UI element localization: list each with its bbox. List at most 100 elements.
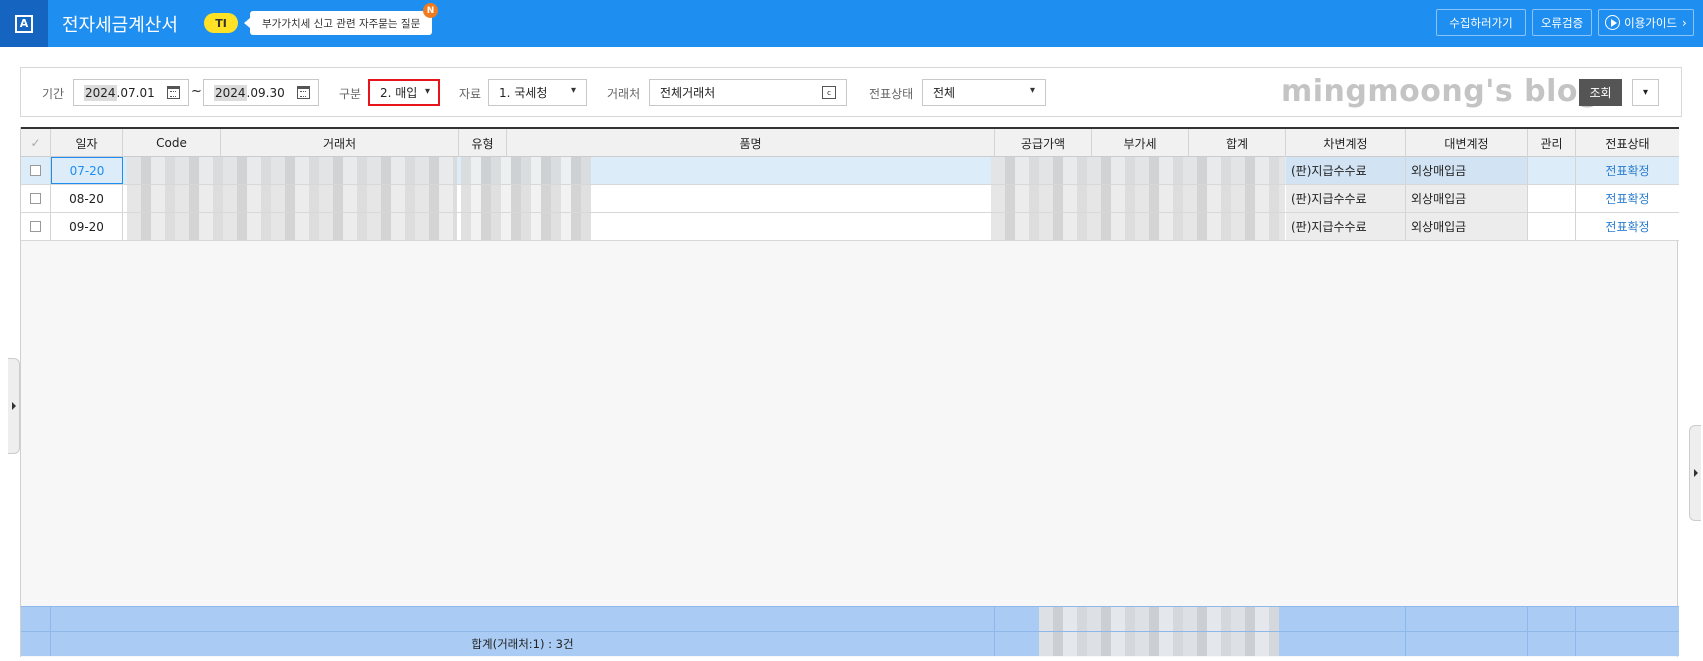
date-cell[interactable]: 09-20: [51, 213, 123, 240]
date-cell[interactable]: 07-20: [51, 157, 123, 184]
redacted-item: [461, 185, 591, 212]
summary-cell: [1406, 607, 1528, 631]
redacted-item: [461, 157, 591, 184]
start-date-input[interactable]: 2024.07.01: [73, 79, 189, 106]
summary-cell: [1286, 632, 1406, 656]
redacted-vendor: [127, 185, 457, 212]
table-row[interactable]: 09-20 (판)지급수수료 외상매입금 전표확정: [21, 213, 1679, 241]
row-checkbox[interactable]: [30, 165, 41, 176]
left-panel-toggle[interactable]: [8, 358, 20, 454]
chevron-down-icon: ▾: [1029, 85, 1035, 96]
row-checkbox-cell: [21, 185, 51, 212]
summary-cell: [21, 607, 51, 631]
calendar-icon[interactable]: [167, 86, 180, 99]
source-select-value: 1. 국세청: [499, 86, 548, 100]
redacted-vendor: [127, 213, 457, 240]
right-panel-toggle[interactable]: [1689, 425, 1701, 521]
redacted-item: [461, 213, 591, 240]
collect-button[interactable]: 수집하러가기: [1436, 9, 1526, 36]
row-checkbox-cell: [21, 157, 51, 184]
credit-cell[interactable]: 외상매입금: [1406, 213, 1528, 240]
vendor-label: 거래처: [607, 87, 641, 101]
table-row[interactable]: 07-20 (판)지급수수료 외상매입금 전표확정: [21, 157, 1679, 185]
logo-icon: A: [15, 14, 33, 33]
error-check-button-label: 오류검증: [1540, 15, 1584, 30]
summary-cell: [1528, 607, 1576, 631]
summary-cell: [21, 632, 51, 656]
row-checkbox[interactable]: [30, 221, 41, 232]
source-select[interactable]: 1. 국세청 ▾: [488, 79, 587, 106]
type-label: 구분: [339, 87, 362, 101]
error-check-button[interactable]: 오류검증: [1532, 9, 1592, 36]
col-vat[interactable]: 부가세: [1092, 129, 1189, 157]
debit-cell[interactable]: (판)지급수수료: [1286, 157, 1406, 184]
type-select[interactable]: 2. 매입 ▾: [368, 79, 440, 106]
col-debit[interactable]: 차변계정: [1286, 129, 1406, 157]
col-manage[interactable]: 관리: [1528, 129, 1576, 157]
col-item[interactable]: 품명: [507, 129, 995, 157]
col-date[interactable]: 일자: [51, 129, 123, 157]
manage-cell[interactable]: [1528, 213, 1576, 240]
end-date-input[interactable]: 2024.09.30: [203, 79, 319, 106]
redacted-amounts: [991, 185, 1285, 212]
end-date-rest: .09.30: [246, 85, 285, 100]
date-cell[interactable]: 08-20: [51, 185, 123, 212]
row-checkbox[interactable]: [30, 193, 41, 204]
calendar-icon[interactable]: [297, 86, 310, 99]
vendor-picker-icon[interactable]: c: [822, 86, 836, 99]
manage-cell[interactable]: [1528, 157, 1576, 184]
col-total[interactable]: 합계: [1189, 129, 1286, 157]
summary-row: 합계(거래처:1) : 3건: [21, 631, 1679, 656]
search-button[interactable]: 조회: [1579, 79, 1622, 106]
col-credit[interactable]: 대변계정: [1406, 129, 1528, 157]
status-cell[interactable]: 전표확정: [1576, 157, 1679, 184]
manage-cell[interactable]: [1528, 185, 1576, 212]
select-all-checkmark-icon[interactable]: ✓: [21, 129, 51, 157]
faq-notice-link[interactable]: 부가가치세 신고 관련 자주묻는 질문: [243, 11, 433, 35]
top-bar: A 전자세금계산서 TI 부가가치세 신고 관련 자주묻는 질문 N 수집하러가…: [0, 0, 1703, 47]
status-cell[interactable]: 전표확정: [1576, 213, 1679, 240]
status-cell[interactable]: 전표확정: [1576, 185, 1679, 212]
vendor-input[interactable]: 전체거래처 c: [649, 79, 847, 106]
blog-watermark: mingmoong's blog: [1281, 74, 1601, 109]
col-type[interactable]: 유형: [459, 129, 507, 157]
table-row[interactable]: 08-20 (판)지급수수료 외상매입금 전표확정: [21, 185, 1679, 213]
summary-total-label: 합계(거래처:1) : 3건: [51, 632, 995, 656]
status-select-value: 전체: [933, 86, 956, 100]
play-icon: [1605, 15, 1621, 30]
ti-badge[interactable]: TI: [204, 13, 238, 33]
page-title: 전자세금계산서: [62, 15, 178, 36]
debit-cell[interactable]: (판)지급수수료: [1286, 185, 1406, 212]
invoice-grid: ✓ 일자 Code 거래처 유형 품명 공급가액 부가세 합계 차변계정 대변계…: [20, 127, 1679, 657]
app-logo[interactable]: A: [0, 0, 48, 47]
row-checkbox-cell: [21, 213, 51, 240]
end-date-year: 2024: [214, 84, 247, 101]
start-date-year: 2024: [84, 84, 117, 101]
redacted-amounts: [991, 157, 1285, 184]
status-label: 전표상태: [869, 87, 914, 101]
start-date-rest: .07.01: [116, 85, 155, 100]
credit-cell[interactable]: 외상매입금: [1406, 157, 1528, 184]
period-label: 기간: [42, 87, 65, 101]
col-vendor[interactable]: 거래처: [221, 129, 459, 157]
summary-cell: [1528, 632, 1576, 656]
col-code[interactable]: Code: [123, 129, 221, 157]
new-badge: N: [423, 3, 438, 18]
collect-button-label: 수집하러가기: [1449, 15, 1513, 30]
status-select[interactable]: 전체 ▾: [922, 79, 1046, 106]
debit-cell[interactable]: (판)지급수수료: [1286, 213, 1406, 240]
grid-header: ✓ 일자 Code 거래처 유형 품명 공급가액 부가세 합계 차변계정 대변계…: [21, 127, 1679, 157]
redacted-vendor: [127, 157, 457, 184]
source-label: 자료: [459, 87, 482, 101]
guide-button[interactable]: 이용가이드 ›: [1598, 9, 1694, 36]
chevron-down-icon: ▾: [1642, 87, 1649, 98]
chevron-down-icon: ▾: [424, 86, 430, 97]
summary-cell: [51, 607, 995, 631]
type-select-value: 2. 매입: [380, 86, 418, 100]
col-supply[interactable]: 공급가액: [995, 129, 1092, 157]
expand-filter-button[interactable]: ▾: [1632, 79, 1659, 106]
credit-cell[interactable]: 외상매입금: [1406, 185, 1528, 212]
redacted-sum: [1039, 632, 1279, 656]
col-status[interactable]: 전표상태: [1576, 129, 1679, 157]
vendor-input-value: 전체거래처: [660, 86, 716, 100]
